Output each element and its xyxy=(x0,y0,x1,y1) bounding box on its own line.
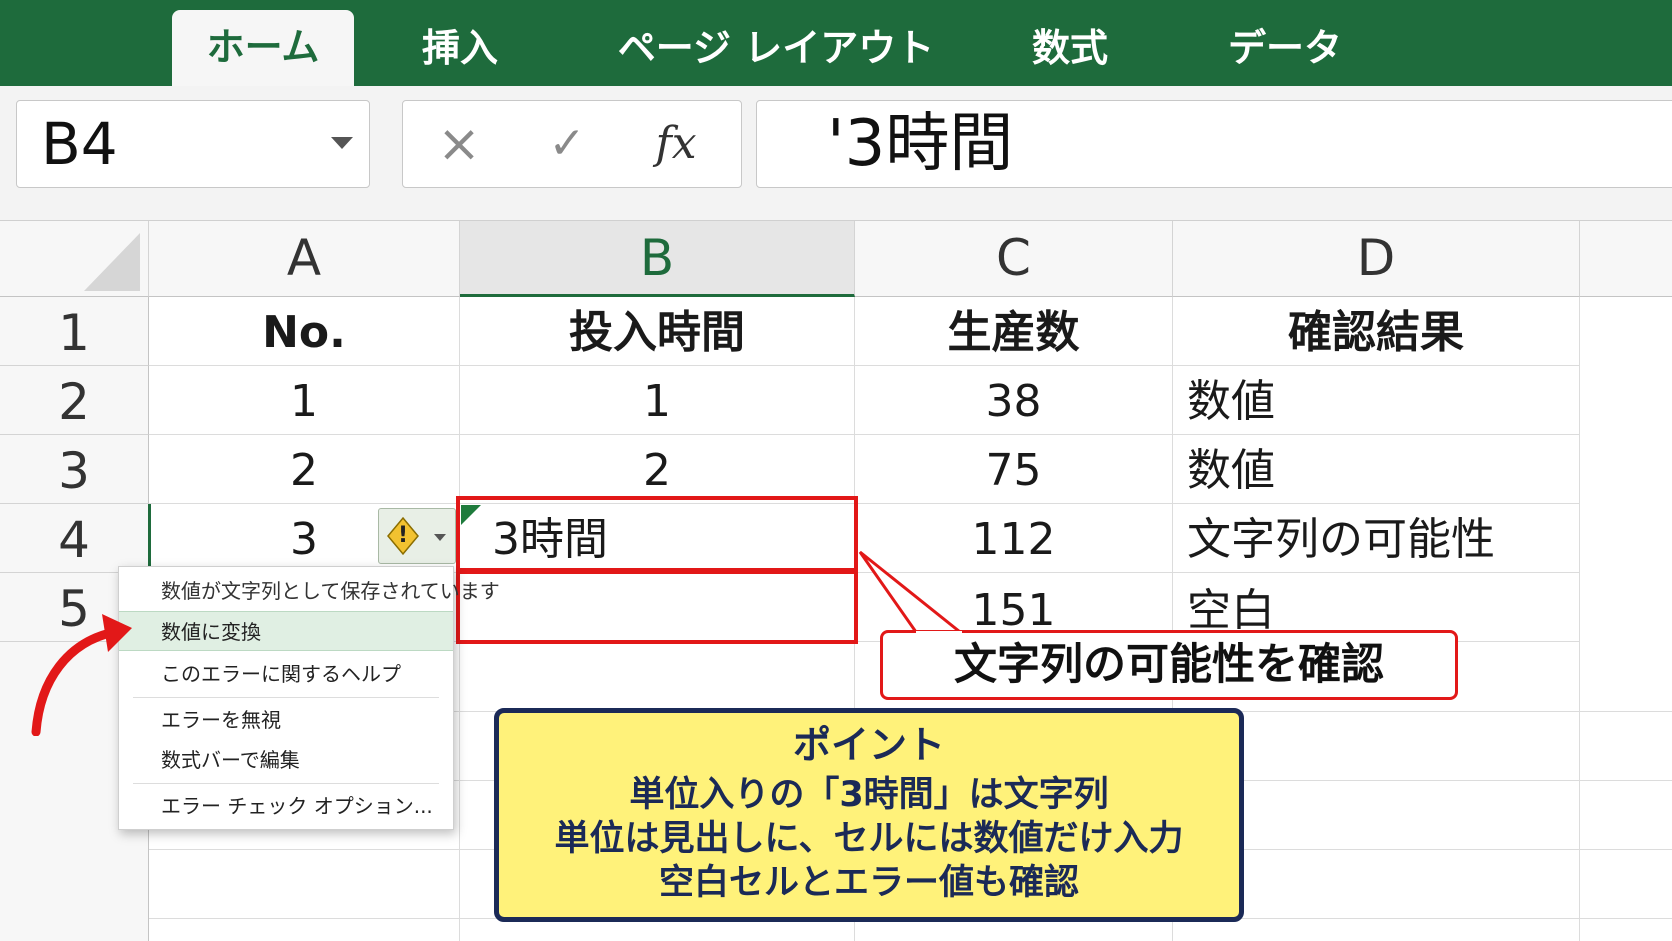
tab-formulas[interactable]: 数式 xyxy=(1010,8,1130,86)
cell-d3[interactable]: 数値 xyxy=(1173,435,1580,504)
tab-home[interactable]: ホーム xyxy=(172,10,354,86)
cell-a3[interactable]: 2 xyxy=(149,435,460,504)
row-header-4[interactable]: 4 xyxy=(0,504,151,573)
row-header-2[interactable]: 2 xyxy=(0,366,149,435)
name-box[interactable]: B4 xyxy=(16,100,370,188)
menu-item-help[interactable]: このエラーに関するヘルプ xyxy=(119,655,453,693)
point-line-3: 空白セルとエラー値も確認 xyxy=(658,863,1079,903)
menu-item-stored-as-text: 数値が文字列として保存されています xyxy=(161,579,500,603)
chevron-down-icon[interactable] xyxy=(331,137,353,149)
ribbon: ホーム 挿入 ページ レイアウト 数式 データ xyxy=(0,0,1672,86)
cell-d2[interactable]: 数値 xyxy=(1173,366,1580,435)
cell-b3[interactable]: 2 xyxy=(460,435,855,504)
point-box: ポイント 単位入りの「3時間」は文字列 単位は見出しに、セルには数値だけ入力 空… xyxy=(494,708,1244,922)
warning-symbol: ! xyxy=(397,523,409,548)
cell-b2[interactable]: 1 xyxy=(460,366,855,435)
gridline xyxy=(1579,297,1580,941)
menu-item-error-checking-options[interactable]: エラー チェック オプション... xyxy=(119,787,453,825)
cell-c2[interactable]: 38 xyxy=(855,366,1173,435)
menu-item-edit-in-formula-bar[interactable]: 数式バーで編集 xyxy=(119,741,453,779)
cell-a2[interactable]: 1 xyxy=(149,366,460,435)
menu-separator xyxy=(133,783,439,784)
tab-page-layout[interactable]: ページ レイアウト xyxy=(600,8,952,86)
red-arrow-icon xyxy=(31,614,132,736)
cancel-icon[interactable]: × xyxy=(429,101,489,187)
column-header-a[interactable]: A xyxy=(149,221,460,297)
error-options-button[interactable]: ! xyxy=(378,508,456,564)
row-header-3[interactable]: 3 xyxy=(0,435,149,504)
formula-bar-area: B4 × ✓ fx '3時間 xyxy=(0,86,1672,221)
highlight-box-b4 xyxy=(456,496,858,572)
cell-c1[interactable]: 生産数 xyxy=(855,297,1173,366)
tab-data[interactable]: データ xyxy=(1205,8,1365,86)
formula-input[interactable]: '3時間 xyxy=(756,100,1672,188)
cell-a1[interactable]: No. xyxy=(149,297,460,366)
name-box-value: B4 xyxy=(41,110,118,178)
point-title: ポイント xyxy=(792,723,945,767)
menu-item-ignore-error[interactable]: エラーを無視 xyxy=(119,701,453,739)
highlight-box-b5 xyxy=(456,570,858,644)
menu-separator xyxy=(133,697,439,698)
select-all-corner[interactable] xyxy=(0,221,149,297)
cell-b1[interactable]: 投入時間 xyxy=(460,297,855,366)
select-all-triangle-icon xyxy=(84,233,140,291)
tab-insert[interactable]: 挿入 xyxy=(400,8,520,86)
cell-d1[interactable]: 確認結果 xyxy=(1173,297,1580,366)
callout-text: 文字列の可能性を確認 xyxy=(880,630,1458,700)
menu-item-convert-to-number[interactable]: 数値に変換 xyxy=(119,611,453,651)
column-header-e[interactable] xyxy=(1580,221,1672,297)
enter-icon[interactable]: ✓ xyxy=(537,101,597,187)
formula-value: '3時間 xyxy=(827,107,1014,181)
column-header-d[interactable]: D xyxy=(1173,221,1580,297)
error-options-menu: 数値が文字列として保存されています 数値に変換 このエラーに関するヘルプ エラー… xyxy=(118,566,500,830)
row-header-1[interactable]: 1 xyxy=(0,297,149,366)
function-icon[interactable]: fx xyxy=(641,101,711,187)
cell-c3[interactable]: 75 xyxy=(855,435,1173,504)
point-line-1: 単位入りの「3時間」は文字列 xyxy=(629,775,1109,815)
column-header-b[interactable]: B xyxy=(460,221,855,297)
column-header-c[interactable]: C xyxy=(855,221,1173,297)
callout-pointer xyxy=(858,550,965,634)
formula-actions: × ✓ fx xyxy=(402,100,742,188)
point-line-2: 単位は見出しに、セルには数値だけ入力 xyxy=(554,819,1184,859)
gridline xyxy=(459,642,460,941)
callout-pointer-mask xyxy=(916,631,962,637)
cell-d4[interactable]: 文字列の可能性 xyxy=(1173,504,1580,573)
